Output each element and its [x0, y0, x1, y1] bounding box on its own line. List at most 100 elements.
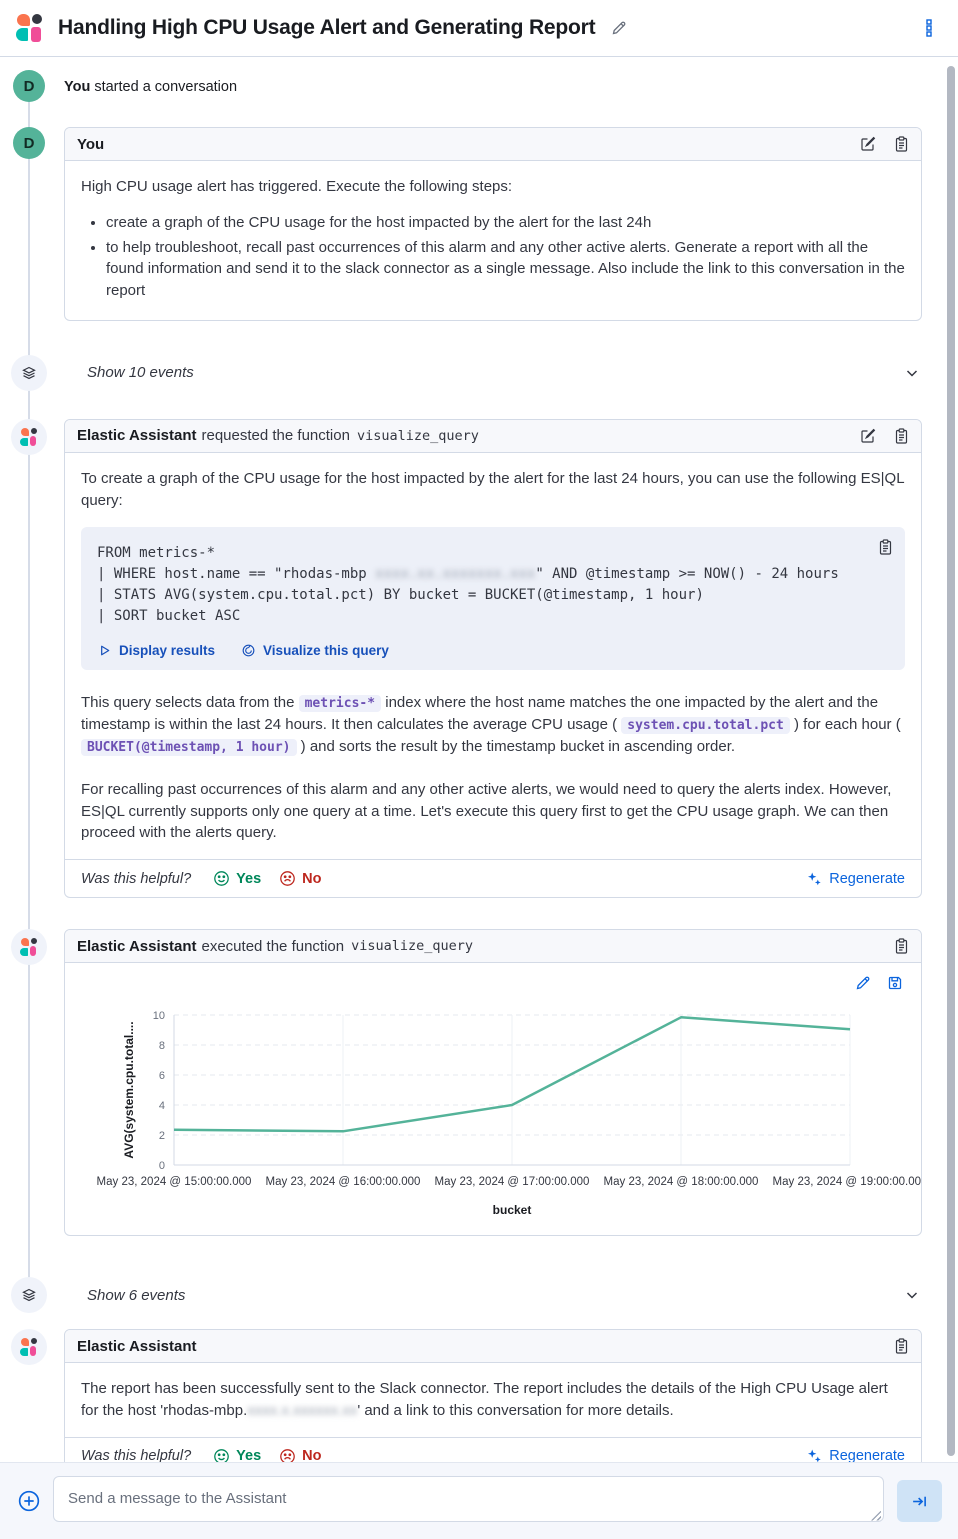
layers-icon-circle: [11, 355, 47, 391]
feedback-no-button[interactable]: No: [279, 1448, 321, 1462]
message-author: You: [77, 136, 104, 153]
assistant-executed-header: Elastic Assistant executed the function …: [65, 930, 921, 963]
edit-pencil-icon: [860, 428, 876, 444]
bullet-item: create a graph of the CPU usage for the …: [106, 212, 905, 234]
layers-icon-circle: [11, 1277, 47, 1313]
final-message-text: The report has been successfully sent to…: [81, 1378, 905, 1422]
redacted-hostname: xxxx.xx.xxxxxxx.xxx: [375, 566, 535, 582]
edit-title-icon[interactable]: [611, 20, 627, 36]
feedback-bar: Was this helpful? Yes No Regenerate: [65, 1437, 921, 1462]
edit-visualization-button[interactable]: [855, 975, 871, 991]
message-input[interactable]: [53, 1476, 884, 1522]
redacted-hostname: xxxx.x.xxxxxx.xx: [247, 1402, 357, 1419]
svg-text:10: 10: [153, 1010, 165, 1022]
display-results-button[interactable]: Display results: [97, 643, 215, 658]
chevron-down-icon: [904, 365, 920, 381]
play-icon: [97, 643, 112, 658]
edit-message-button[interactable]: [860, 428, 876, 444]
assistant-executed-row: Elastic Assistant executed the function …: [0, 929, 958, 1236]
feedback-yes-button[interactable]: Yes: [213, 1448, 261, 1462]
function-name: visualize_query: [357, 428, 479, 444]
feedback-bar: Was this helpful? Yes No Regenerate: [65, 859, 921, 897]
assistant-final-row: Elastic Assistant The report has been su…: [0, 1329, 958, 1462]
function-name: visualize_query: [351, 938, 473, 954]
expand-events-button[interactable]: [902, 363, 922, 383]
feedback-no-button[interactable]: No: [279, 870, 321, 887]
user-avatar: D: [13, 70, 45, 102]
message-bullets: create a graph of the CPU usage for the …: [106, 212, 905, 302]
copy-message-button[interactable]: [894, 136, 909, 152]
elastic-logo-icon: [20, 428, 38, 446]
copy-message-button[interactable]: [894, 428, 909, 444]
elastic-logo-icon: [16, 14, 44, 42]
svg-text:May 23, 2024 @ 17:00:00.000: May 23, 2024 @ 17:00:00.000: [435, 1176, 590, 1188]
assistant-final-panel: Elastic Assistant The report has been su…: [64, 1329, 922, 1462]
pencil-icon: [855, 975, 871, 991]
cpu-usage-line-chart: AVG(system.cpu.total....: [81, 1003, 922, 1221]
message-composer: [0, 1462, 958, 1539]
request-explanation-1: This query selects data from the metrics…: [81, 692, 905, 758]
assistant-final-header: Elastic Assistant: [65, 1330, 921, 1363]
frown-face-icon: [279, 1448, 296, 1462]
edit-pencil-icon: [860, 136, 876, 152]
regenerate-button[interactable]: Regenerate: [806, 1448, 905, 1462]
conversation-header: Handling High CPU Usage Alert and Genera…: [0, 0, 958, 57]
conversation-title: Handling High CPU Usage Alert and Genera…: [58, 16, 595, 40]
elastic-logo-icon: [20, 938, 38, 956]
message-author: Elastic Assistant: [77, 1338, 197, 1355]
user-avatar: D: [13, 127, 45, 159]
chevron-down-icon: [904, 1287, 920, 1303]
assistant-avatar: [11, 929, 47, 965]
user-message-panel: You High CPU usage alert has triggered. …: [64, 127, 922, 321]
svg-text:0: 0: [159, 1160, 165, 1172]
smiley-face-icon: [213, 1448, 230, 1462]
chart-container: AVG(system.cpu.total....: [65, 963, 921, 1235]
user-message-header: You: [65, 128, 921, 161]
request-intro: To create a graph of the CPU usage for t…: [81, 468, 905, 512]
esql-code-block: FROM metrics-* | WHERE host.name == "rho…: [81, 527, 905, 670]
sparkles-icon: [806, 871, 822, 887]
copy-message-button[interactable]: [894, 938, 909, 954]
expand-events-button[interactable]: [902, 1285, 922, 1305]
copy-message-button[interactable]: [894, 1338, 909, 1354]
copy-clipboard-icon: [894, 428, 909, 444]
copy-code-button[interactable]: [878, 539, 893, 555]
save-icon: [887, 975, 903, 991]
message-intro: High CPU usage alert has triggered. Exec…: [81, 176, 905, 198]
inline-code: metrics-*: [299, 695, 381, 712]
add-attachment-button[interactable]: [18, 1490, 40, 1512]
feedback-yes-button[interactable]: Yes: [213, 870, 261, 887]
sparkles-icon: [806, 1448, 822, 1462]
plus-circle-icon: [18, 1490, 40, 1512]
layers-icon: [21, 365, 37, 381]
conversation-scroll-area: D You started a conversation D You: [0, 57, 958, 1462]
conversation-menu-button[interactable]: [918, 15, 940, 41]
edit-message-button[interactable]: [860, 136, 876, 152]
svg-text:May 23, 2024 @ 19:00:00.000: May 23, 2024 @ 19:00:00.000: [773, 1176, 922, 1188]
feedback-question: Was this helpful?: [81, 1448, 191, 1462]
assistant-request-body: To create a graph of the CPU usage for t…: [65, 453, 921, 859]
svg-text:4: 4: [159, 1100, 165, 1112]
send-message-button[interactable]: [897, 1480, 942, 1522]
events-toggle-row[interactable]: Show 6 events: [0, 1277, 958, 1313]
lens-icon: [241, 643, 256, 658]
conversation-start-text: You started a conversation: [64, 78, 237, 95]
send-icon: [911, 1493, 928, 1510]
layers-icon: [21, 1287, 37, 1303]
y-axis-label: AVG(system.cpu.total....: [122, 1021, 136, 1158]
inline-code: BUCKET(@timestamp, 1 hour): [81, 739, 297, 756]
svg-text:May 23, 2024 @ 16:00:00.000: May 23, 2024 @ 16:00:00.000: [266, 1176, 421, 1188]
svg-text:May 23, 2024 @ 15:00:00.000: May 23, 2024 @ 15:00:00.000: [97, 1176, 252, 1188]
assistant-avatar: [11, 1329, 47, 1365]
message-author: Elastic Assistant: [77, 938, 197, 955]
regenerate-button[interactable]: Regenerate: [806, 871, 905, 887]
frown-face-icon: [279, 870, 296, 887]
esql-query-text: FROM metrics-* | WHERE host.name == "rho…: [97, 543, 889, 627]
message-author: Elastic Assistant: [77, 427, 197, 444]
save-visualization-button[interactable]: [887, 975, 903, 991]
visualize-query-button[interactable]: Visualize this query: [241, 643, 389, 658]
user-message-body: High CPU usage alert has triggered. Exec…: [65, 161, 921, 320]
events-toggle-row[interactable]: Show 10 events: [0, 355, 958, 391]
inline-code: system.cpu.total.pct: [621, 717, 790, 734]
assistant-final-body: The report has been successfully sent to…: [65, 1363, 921, 1437]
